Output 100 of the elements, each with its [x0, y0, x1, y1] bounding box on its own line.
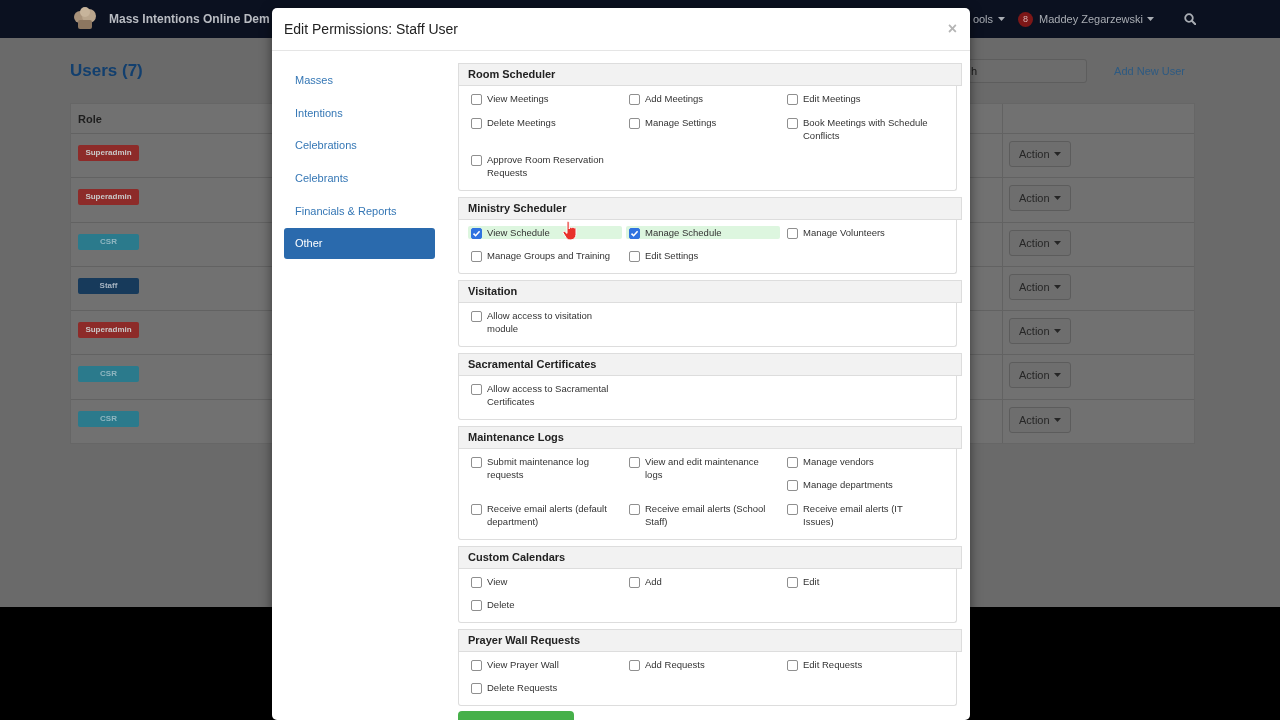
permission-item[interactable]: Add — [626, 574, 780, 588]
checkbox[interactable] — [471, 683, 482, 694]
sidebar-item[interactable]: Financials & Reports — [284, 195, 435, 227]
checkbox-label: Manage vendors — [803, 454, 874, 468]
checkbox[interactable] — [629, 659, 640, 671]
checkbox[interactable] — [787, 94, 798, 105]
logo-icon — [72, 7, 98, 31]
role-badge: Staff — [78, 277, 139, 294]
permission-item[interactable]: Edit Meetings — [784, 92, 938, 106]
permission-item[interactable]: Submit maintenance log requests — [468, 454, 622, 482]
role-badge: Superadmin — [78, 189, 139, 206]
checkbox-label: Book Meetings with Schedule Conflicts — [803, 115, 929, 143]
permission-item[interactable]: Add Requests — [626, 657, 780, 671]
permission-item[interactable]: Manage departments — [784, 478, 938, 492]
checkbox[interactable] — [471, 227, 482, 239]
role-badge: Superadmin — [78, 145, 139, 161]
role-badge: CSR — [78, 410, 139, 427]
section-header: Sacramental Certificates — [458, 352, 962, 376]
checkbox[interactable] — [629, 227, 640, 239]
checkbox-label: View and edit maintenance logs — [645, 454, 760, 482]
user-name: Maddey Zegarzewski — [1039, 13, 1143, 25]
checkbox[interactable] — [471, 600, 482, 611]
menu-dropdown[interactable]: ools — [972, 13, 1006, 25]
search-icon[interactable] — [1184, 13, 1196, 25]
checkbox[interactable] — [471, 310, 482, 322]
permission-item[interactable]: Manage Schedule — [626, 225, 780, 239]
permission-item[interactable]: View and edit maintenance logs — [626, 454, 780, 482]
permission-item[interactable]: Allow access to visitation module — [468, 308, 622, 336]
permission-item[interactable]: View Prayer Wall — [468, 657, 622, 671]
permission-item[interactable]: View — [468, 574, 622, 588]
section-header: Room Scheduler — [458, 63, 962, 86]
checkbox[interactable] — [787, 659, 798, 671]
checkbox[interactable] — [787, 456, 798, 468]
permission-item[interactable]: Delete — [468, 598, 622, 612]
checkbox-label: Manage Volunteers — [803, 225, 885, 239]
checkbox[interactable] — [629, 456, 640, 468]
permission-item[interactable]: Edit Requests — [784, 657, 938, 671]
permission-item[interactable]: Delete Meetings — [468, 115, 622, 129]
checkbox[interactable] — [471, 503, 482, 515]
permission-item[interactable]: Add Meetings — [626, 92, 780, 106]
column-header: Role — [78, 112, 102, 125]
checkbox[interactable] — [471, 154, 482, 166]
checkbox-label: Add Meetings — [645, 92, 704, 106]
checkbox[interactable] — [471, 117, 482, 129]
sidebar-item[interactable]: Intentions — [284, 97, 435, 129]
permission-item[interactable]: Edit — [784, 574, 938, 588]
checkbox[interactable] — [787, 117, 798, 129]
permission-item[interactable]: View Schedule — [468, 225, 622, 239]
checkbox[interactable] — [471, 383, 482, 395]
permission-item[interactable]: Receive email alerts (IT Issues) — [784, 501, 938, 529]
checkbox-label: View Schedule — [487, 225, 550, 239]
checkbox[interactable] — [629, 251, 640, 262]
checkbox[interactable] — [787, 227, 798, 239]
permission-item[interactable]: Book Meetings with Schedule Conflicts — [784, 115, 938, 143]
checkbox[interactable] — [629, 117, 640, 129]
checkbox[interactable] — [471, 576, 482, 588]
checkbox-label: Manage Schedule — [645, 225, 722, 239]
checkbox[interactable] — [471, 94, 482, 105]
caret-icon — [1147, 17, 1154, 21]
checkbox-label: Add Requests — [645, 657, 705, 671]
checkbox[interactable] — [471, 659, 482, 671]
checkbox-label: View Meetings — [487, 92, 549, 106]
checkbox[interactable] — [787, 576, 798, 588]
checkbox[interactable] — [629, 94, 640, 105]
sidebar-item[interactable]: Other — [284, 228, 435, 260]
permission-item[interactable]: Manage vendors — [784, 454, 938, 468]
checkbox-label: View — [487, 574, 508, 588]
permission-item[interactable]: Allow access to Sacramental Certificates — [468, 381, 622, 409]
caret-icon — [1053, 373, 1061, 378]
sidebar-item[interactable]: Masses — [284, 65, 435, 96]
role-badge: CSR — [78, 233, 139, 250]
permission-item[interactable]: Manage Settings — [626, 115, 780, 129]
search-field[interactable]: h — [968, 58, 1088, 83]
brand-title[interactable]: Mass Intentions Online Dem — [109, 12, 270, 26]
permission-item[interactable]: Receive email alerts (School Staff) — [626, 501, 780, 529]
role-badge: CSR — [78, 366, 139, 383]
checkbox[interactable] — [629, 576, 640, 588]
permission-item[interactable]: Manage Volunteers — [784, 225, 938, 239]
permission-item[interactable]: Manage Groups and Training — [468, 249, 622, 263]
permission-item[interactable]: Delete Requests — [468, 681, 622, 695]
role-badge: Superadmin — [78, 322, 139, 339]
permission-item[interactable]: Edit Settings — [626, 249, 780, 263]
permission-item[interactable]: Approve Room Reservation Requests — [468, 152, 622, 180]
caret-icon — [1053, 329, 1061, 334]
sidebar-item[interactable]: Celebrants — [284, 163, 435, 195]
section-header: Maintenance Logs — [458, 425, 962, 449]
user-menu[interactable]: 8 Maddey Zegarzewski — [1018, 11, 1154, 27]
sidebar-item[interactable]: Celebrations — [284, 130, 435, 162]
checkbox-label: Manage Settings — [645, 115, 717, 129]
caret-icon — [1053, 196, 1061, 201]
checkbox[interactable] — [787, 503, 798, 515]
checkbox-label: Delete Meetings — [487, 115, 556, 129]
checkbox[interactable] — [787, 480, 798, 491]
permission-item[interactable]: View Meetings — [468, 92, 622, 106]
caret-icon — [1053, 152, 1061, 156]
checkbox[interactable] — [629, 503, 640, 515]
checkbox[interactable] — [471, 251, 482, 262]
checkbox[interactable] — [471, 456, 482, 468]
permission-item[interactable]: Receive email alerts (default department) — [468, 501, 622, 529]
checkbox-label: Receive email alerts (School Staff) — [645, 501, 767, 529]
